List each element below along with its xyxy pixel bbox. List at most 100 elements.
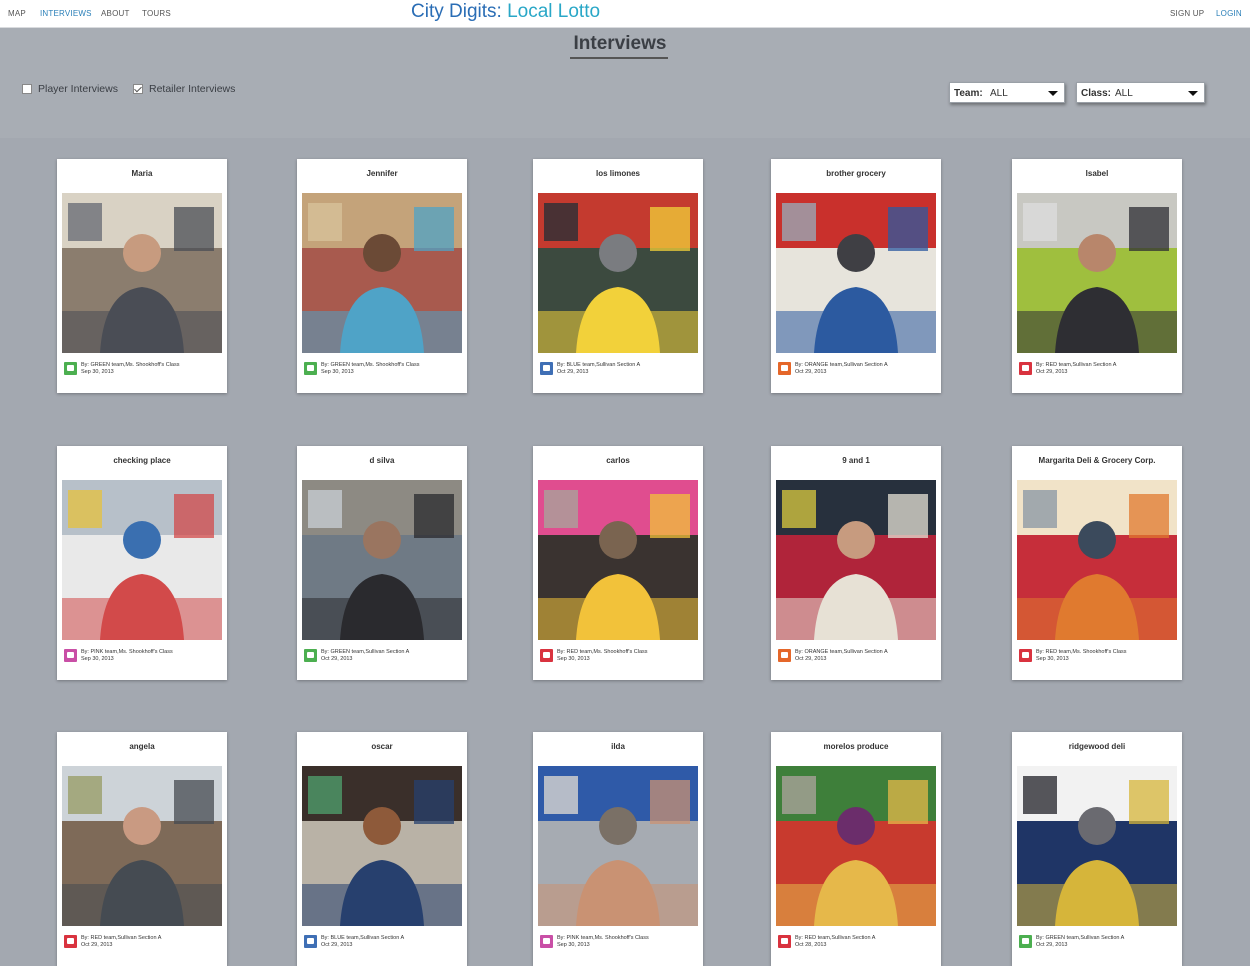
interview-card[interactable]: oscar By: BLUE team,Sullivan Section A Oct… xyxy=(297,732,467,966)
interview-date: Oct 29, 2013 xyxy=(1036,942,1068,948)
interview-date: Oct 29, 2013 xyxy=(795,369,827,375)
interview-date: Oct 29, 2013 xyxy=(321,656,353,662)
login-link[interactable]: LOGIN xyxy=(1216,9,1242,18)
interview-name[interactable]: morelos produce xyxy=(771,742,941,751)
interview-date: Oct 29, 2013 xyxy=(321,942,353,948)
interview-photo[interactable] xyxy=(302,766,462,926)
interview-date: Oct 29, 2013 xyxy=(81,942,113,948)
team-icon xyxy=(540,362,553,375)
player-interviews-label: Player Interviews xyxy=(38,83,118,95)
team-icon xyxy=(778,935,791,948)
interview-date: Oct 29, 2013 xyxy=(557,369,589,375)
class-select-label: Class: xyxy=(1081,88,1112,99)
interview-photo[interactable] xyxy=(776,193,936,353)
interview-card[interactable]: Isabel By: RED team,Sullivan Section A Oct… xyxy=(1012,159,1182,393)
interview-date: Sep 30, 2013 xyxy=(81,369,114,375)
interview-name[interactable]: los limones xyxy=(533,169,703,178)
interview-card[interactable]: brother grocery By: ORANGE team,Sullivan … xyxy=(771,159,941,393)
interview-card[interactable]: morelos produce By: RED team,Sullivan Sec… xyxy=(771,732,941,966)
interview-name[interactable]: Jennifer xyxy=(297,169,467,178)
retailer-interviews-filter[interactable]: Retailer Interviews xyxy=(133,83,235,95)
interview-name[interactable]: angela xyxy=(57,742,227,751)
team-icon xyxy=(64,935,77,948)
interview-name[interactable]: Isabel xyxy=(1012,169,1182,178)
interview-card[interactable]: Jennifer By: GREEN team,Ms. Shookhoff's C… xyxy=(297,159,467,393)
interview-date: Sep 30, 2013 xyxy=(81,656,114,662)
interview-photo[interactable] xyxy=(1017,480,1177,640)
team-icon xyxy=(1019,935,1032,948)
team-icon xyxy=(1019,362,1032,375)
interview-card[interactable]: carlos By: RED team,Ms. Shookhoff's Class… xyxy=(533,446,703,680)
interview-photo[interactable] xyxy=(538,480,698,640)
team-icon xyxy=(540,649,553,662)
interview-card[interactable]: d silva By: GREEN team,Sullivan Section A… xyxy=(297,446,467,680)
interview-photo[interactable] xyxy=(1017,193,1177,353)
interview-author: By: RED team,Sullivan Section A xyxy=(1036,362,1117,368)
team-select-value: ALL xyxy=(990,88,1008,99)
interview-author: By: BLUE team,Sullivan Section A xyxy=(557,362,641,368)
interview-author: By: PINK team,Ms. Shookhoff's Class xyxy=(557,935,649,941)
interview-author: By: ORANGE team,Sullivan Section A xyxy=(795,649,888,655)
class-select[interactable]: Class: ALL xyxy=(1076,82,1205,103)
interview-date: Oct 29, 2013 xyxy=(1036,369,1068,375)
interview-card[interactable]: ridgewood deli By: GREEN team,Sullivan Se… xyxy=(1012,732,1182,966)
interview-photo[interactable] xyxy=(302,480,462,640)
interview-author: By: GREEN team,Sullivan Section A xyxy=(321,649,410,655)
interview-author: By: RED team,Sullivan Section A xyxy=(81,935,162,941)
team-icon xyxy=(64,649,77,662)
interview-date: Sep 30, 2013 xyxy=(557,656,590,662)
interview-name[interactable]: carlos xyxy=(533,456,703,465)
nav-about-link[interactable]: ABOUT xyxy=(101,9,130,18)
brand-city-digits: City Digits: xyxy=(411,1,502,22)
interview-photo[interactable] xyxy=(1017,766,1177,926)
interview-card[interactable]: ilda By: PINK team,Ms. Shookhoff's Class S… xyxy=(533,732,703,966)
nav-tours-link[interactable]: TOURS xyxy=(142,9,171,18)
interview-photo[interactable] xyxy=(62,766,222,926)
interview-photo[interactable] xyxy=(776,480,936,640)
player-interviews-checkbox[interactable] xyxy=(22,84,32,94)
interview-card[interactable]: checking place By: PINK team,Ms. Shookhof… xyxy=(57,446,227,680)
interview-name[interactable]: d silva xyxy=(297,456,467,465)
interview-photo[interactable] xyxy=(62,480,222,640)
interview-date: Oct 29, 2013 xyxy=(795,656,827,662)
interview-name[interactable]: ilda xyxy=(533,742,703,751)
interview-author: By: GREEN team,Sullivan Section A xyxy=(1036,935,1125,941)
interview-card[interactable]: los limones By: BLUE team,Sullivan Sectio… xyxy=(533,159,703,393)
interview-date: Oct 28, 2013 xyxy=(795,942,827,948)
sign-up-link[interactable]: SIGN UP xyxy=(1170,9,1204,18)
player-interviews-filter[interactable]: Player Interviews xyxy=(22,83,118,95)
interview-name[interactable]: ridgewood deli xyxy=(1012,742,1182,751)
interview-photo[interactable] xyxy=(302,193,462,353)
interview-name[interactable]: Margarita Deli & Grocery Corp. xyxy=(1012,456,1182,465)
page-title: Interviews xyxy=(573,33,667,54)
interview-name[interactable]: 9 and 1 xyxy=(771,456,941,465)
interview-author: By: PINK team,Ms. Shookhoff's Class xyxy=(81,649,173,655)
site-brand[interactable]: City Digits: Local Lotto xyxy=(411,1,600,23)
interview-name[interactable]: oscar xyxy=(297,742,467,751)
interview-name[interactable]: checking place xyxy=(57,456,227,465)
interview-name[interactable]: Maria xyxy=(57,169,227,178)
nav-map-link[interactable]: MAP xyxy=(8,9,26,18)
team-icon xyxy=(64,362,77,375)
team-select[interactable]: Team: ALL xyxy=(949,82,1065,103)
interview-author: By: GREEN team,Ms. Shookhoff's Class xyxy=(81,362,180,368)
retailer-interviews-checkbox[interactable] xyxy=(133,84,143,94)
interview-date: Sep 30, 2013 xyxy=(557,942,590,948)
interview-card[interactable]: angela By: RED team,Sullivan Section A Oct… xyxy=(57,732,227,966)
interview-photo[interactable] xyxy=(62,193,222,353)
interview-card[interactable]: Maria By: GREEN team,Ms. Shookhoff's Clas… xyxy=(57,159,227,393)
interview-photo[interactable] xyxy=(776,766,936,926)
nav-interviews-link[interactable]: INTERVIEWS xyxy=(40,9,92,18)
team-icon xyxy=(304,362,317,375)
class-select-value: ALL xyxy=(1115,88,1133,99)
interview-author: By: RED team,Ms. Shookhoff's Class xyxy=(557,649,648,655)
brand-local-lotto: Local Lotto xyxy=(501,1,601,22)
retailer-interviews-label: Retailer Interviews xyxy=(149,83,236,95)
interview-photo[interactable] xyxy=(538,193,698,353)
interview-photo[interactable] xyxy=(538,766,698,926)
interview-author: By: BLUE team,Sullivan Section A xyxy=(321,935,405,941)
interview-date: Sep 30, 2013 xyxy=(1036,656,1069,662)
interview-name[interactable]: brother grocery xyxy=(771,169,941,178)
interview-card[interactable]: 9 and 1 By: ORANGE team,Sullivan Section … xyxy=(771,446,941,680)
interview-card[interactable]: Margarita Deli & Grocery Corp. By: RED te… xyxy=(1012,446,1182,680)
